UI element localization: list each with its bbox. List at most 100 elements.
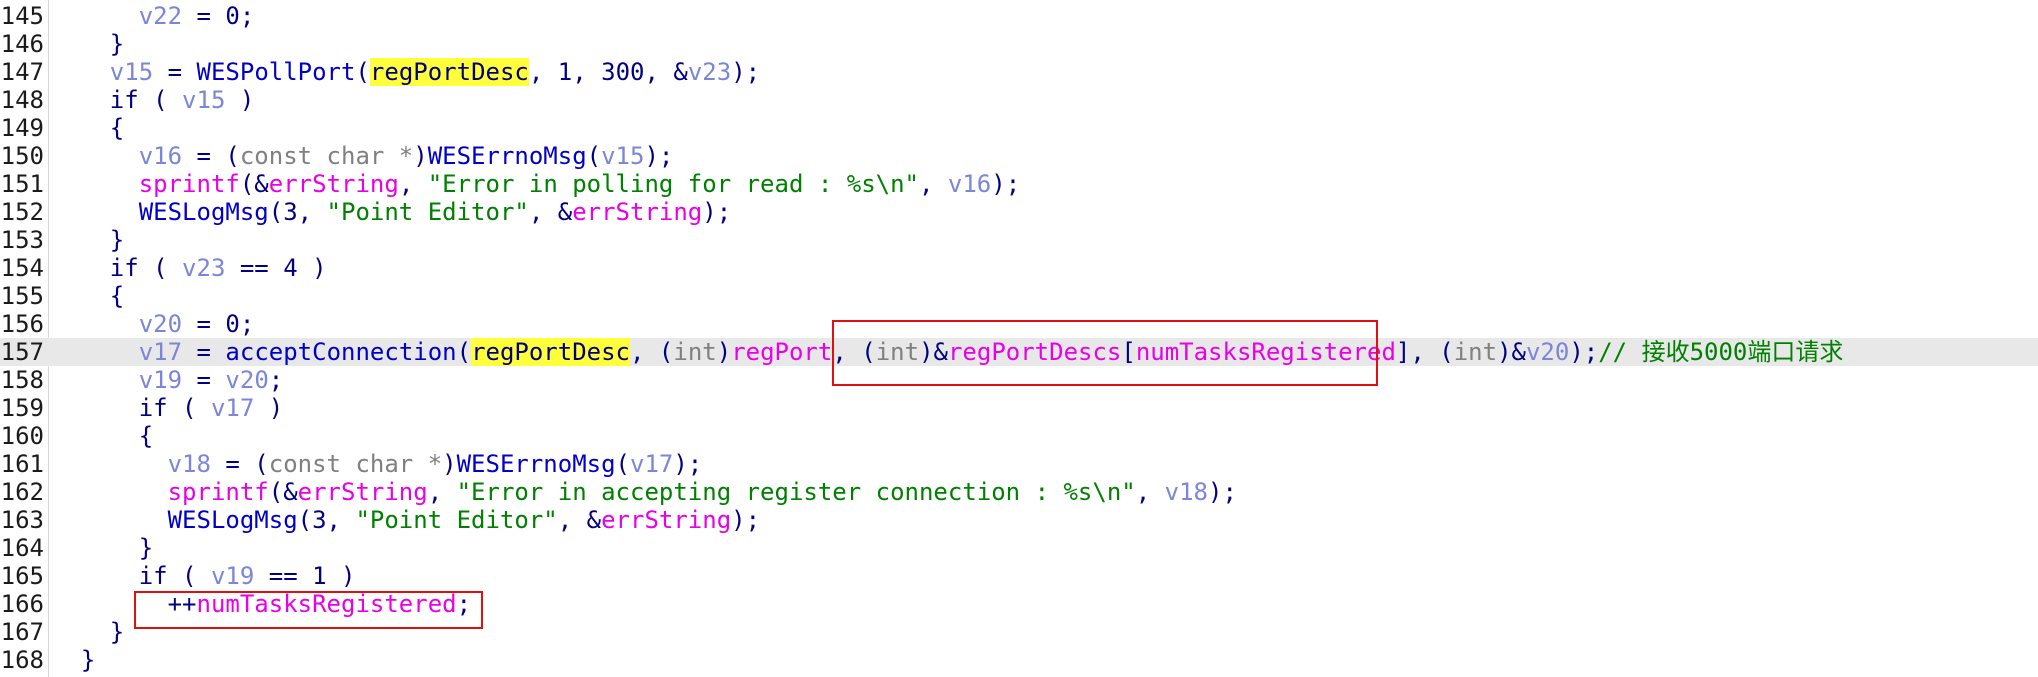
code-token: ( <box>586 142 602 170</box>
code-line[interactable]: 147 v15 = WESPollPort(regPortDesc, 1, 30… <box>0 58 2038 86</box>
code-line[interactable]: 153 } <box>0 226 2038 254</box>
code-text: { <box>52 422 153 450</box>
code-text: sprintf(&errString, "Error in polling fo… <box>52 170 1020 198</box>
line-number: 158 <box>0 366 44 394</box>
code-line[interactable]: 152 WESLogMsg(3, "Point Editor", &errStr… <box>0 198 2038 226</box>
code-text: sprintf(&errString, "Error in accepting … <box>52 478 1237 506</box>
code-token: WESLogMsg <box>138 198 269 226</box>
code-token: = <box>182 366 226 394</box>
code-token: if ( <box>52 86 183 114</box>
code-token: "Error in polling for read : %s\n" <box>427 170 919 198</box>
code-editor[interactable]: 145 v22 = 0; 146 } 147 v15 = WESPollPort(r… <box>0 0 2038 677</box>
code-token: const char * <box>239 142 414 170</box>
code-token: errString <box>572 198 703 226</box>
code-token: WESLogMsg <box>167 506 298 534</box>
code-token: { <box>52 114 125 142</box>
line-number: 164 <box>0 534 44 562</box>
code-token: ( <box>456 338 472 366</box>
code-token: "Error in accepting register connection … <box>456 478 1136 506</box>
code-line[interactable]: 162 sprintf(&errString, "Error in accept… <box>0 478 2038 506</box>
code-line[interactable]: 165 if ( v19 == 1 ) <box>0 562 2038 590</box>
code-token: v15 <box>109 58 154 86</box>
code-token: v22 <box>138 2 183 30</box>
code-line[interactable]: 155 { <box>0 282 2038 310</box>
code-line[interactable]: 164 } <box>0 534 2038 562</box>
line-number: 153 <box>0 226 44 254</box>
code-token: = 0; <box>182 310 255 338</box>
code-token: ], ( <box>1395 338 1454 366</box>
code-token: v16 <box>947 170 992 198</box>
annotation-box-numtasks <box>134 591 483 629</box>
code-text: v19 = v20; <box>52 366 284 394</box>
code-line[interactable]: 163 WESLogMsg(3, "Point Editor", &errStr… <box>0 506 2038 534</box>
code-token: , <box>398 170 428 198</box>
code-text: WESLogMsg(3, "Point Editor", &errString)… <box>52 506 760 534</box>
code-line[interactable]: 168 } <box>0 646 2038 674</box>
code-token: ) <box>254 394 284 422</box>
code-line[interactable]: 146 } <box>0 30 2038 58</box>
code-line[interactable]: 161 v18 = (const char *)WESErrnoMsg(v17)… <box>0 450 2038 478</box>
code-token: v20 <box>138 310 183 338</box>
line-number: 150 <box>0 142 44 170</box>
code-line[interactable]: 154 if ( v23 == 4 ) <box>0 254 2038 282</box>
line-number: 159 <box>0 394 44 422</box>
code-token: v18 <box>1164 478 1208 506</box>
code-token: , <box>1135 478 1165 506</box>
code-line[interactable]: 149 { <box>0 114 2038 142</box>
code-token: , & <box>557 506 602 534</box>
code-token: ); <box>991 170 1021 198</box>
code-line[interactable]: 148 if ( v15 ) <box>0 86 2038 114</box>
line-number: 156 <box>0 310 44 338</box>
code-line[interactable]: 150 v16 = (const char *)WESErrnoMsg(v15)… <box>0 142 2038 170</box>
code-token: acceptConnection <box>225 338 457 366</box>
code-token: if ( <box>52 394 211 422</box>
code-token: ( <box>355 58 370 86</box>
code-token: v15 <box>601 142 645 170</box>
code-token: regPort <box>731 338 833 366</box>
code-line[interactable]: 145 v22 = 0; <box>0 2 2038 30</box>
annotation-box-regportdescs <box>832 320 1378 386</box>
code-token: = <box>153 58 197 86</box>
code-line[interactable]: 159 if ( v17 ) <box>0 394 2038 422</box>
code-text: } <box>52 534 153 562</box>
code-text: { <box>52 282 124 310</box>
code-token: (3, <box>297 506 356 534</box>
code-token: ); <box>673 450 703 478</box>
code-token: if ( <box>52 254 183 282</box>
code-token: = ( <box>182 142 240 170</box>
code-line[interactable]: 160 { <box>0 422 2038 450</box>
code-token: { <box>52 282 125 310</box>
code-token: regPortDesc <box>471 338 631 366</box>
code-token: "Point Editor" <box>326 198 529 226</box>
code-token: (3, <box>268 198 327 226</box>
code-line[interactable]: 151 sprintf(&errString, "Error in pollin… <box>0 170 2038 198</box>
code-text: if ( v15 ) <box>52 86 255 114</box>
code-token: int <box>673 338 717 366</box>
code-text: v15 = WESPollPort(regPortDesc, 1, 300, &… <box>52 58 760 86</box>
line-number: 155 <box>0 282 44 310</box>
line-number: 152 <box>0 198 44 226</box>
code-token: v17 <box>138 338 183 366</box>
line-number: 154 <box>0 254 44 282</box>
line-number: 162 <box>0 478 44 506</box>
code-token: = <box>182 338 226 366</box>
code-token: , <box>427 478 457 506</box>
code-token: v18 <box>167 450 211 478</box>
code-token: == 1 ) <box>254 562 356 590</box>
code-token: = ( <box>210 450 269 478</box>
code-token: } <box>52 646 96 674</box>
code-text: v16 = (const char *)WESErrnoMsg(v15); <box>52 142 674 170</box>
code-token: ) <box>413 142 428 170</box>
line-number: 167 <box>0 618 44 646</box>
code-text: if ( v23 == 4 ) <box>52 254 327 282</box>
code-token: WESPollPort <box>196 58 356 86</box>
code-token: , 1, 300, & <box>528 58 688 86</box>
code-token: v20 <box>1525 338 1570 366</box>
code-token: v17 <box>630 450 674 478</box>
code-text: { <box>52 114 124 142</box>
code-token: // 接收5000端口请求 <box>1598 338 1844 366</box>
code-token: v20 <box>225 366 269 394</box>
